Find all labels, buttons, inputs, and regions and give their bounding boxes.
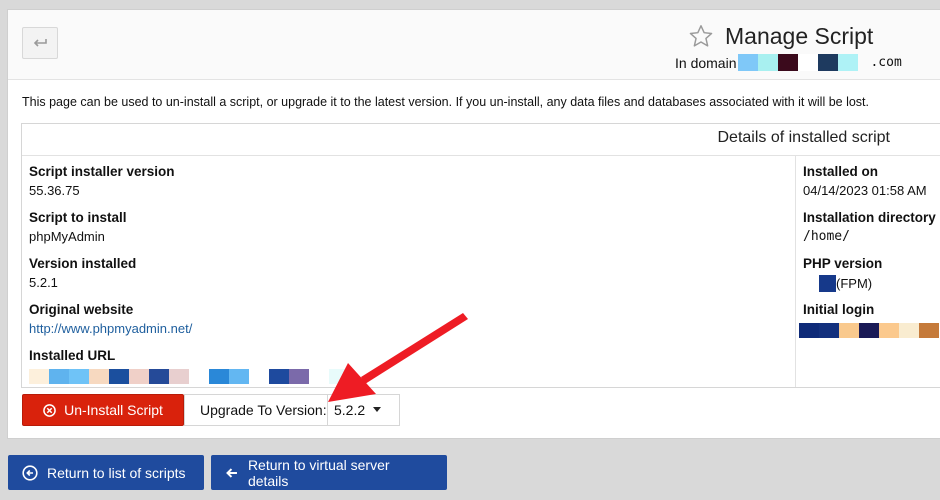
domain-line: In domain .com — [675, 54, 902, 71]
arrow-left-icon — [226, 467, 237, 478]
field-installer-version: Script installer version 55.36.75 — [29, 164, 175, 198]
return-server-label: Return to virtual server details — [247, 456, 390, 489]
redacted-installed-url — [29, 369, 349, 384]
field-value: 55.36.75 — [29, 183, 80, 198]
return-scripts-label: Return to list of scripts — [47, 464, 186, 481]
details-box: Details of installed script Script insta… — [21, 123, 940, 388]
redacted-php-version — [819, 275, 836, 292]
caret-down-icon — [373, 407, 382, 412]
field-label: Initial login — [803, 302, 875, 317]
field-script-to-install: Script to install phpMyAdmin — [29, 210, 127, 244]
column-divider — [795, 155, 796, 387]
domain-suffix: .com — [870, 55, 902, 70]
field-label: Original website — [29, 302, 134, 317]
circle-x-icon — [43, 403, 56, 417]
upgrade-group: Upgrade To Version: 5.2.2 — [184, 394, 400, 426]
field-label: Version installed — [29, 256, 137, 271]
details-header: Details of installed script — [22, 124, 940, 156]
back-button[interactable] — [22, 27, 58, 59]
field-installed-on: Installed on 04/14/2023 01:58 AM — [803, 164, 927, 198]
return-to-server-button[interactable]: Return to virtual server details — [211, 455, 447, 490]
star-outline-icon[interactable] — [687, 23, 715, 50]
panel-header: Manage Script In domain .com — [8, 10, 940, 80]
title-row: Manage Script — [687, 21, 873, 51]
original-website-link[interactable]: http://www.phpmyadmin.net/ — [29, 321, 192, 336]
field-value: phpMyAdmin — [29, 229, 105, 244]
field-label: Installation directory — [803, 210, 936, 225]
field-value: /home/ — [803, 229, 850, 244]
circle-arrow-left-icon — [22, 464, 38, 481]
field-value: 5.2.1 — [29, 275, 58, 290]
field-label: PHP version — [803, 256, 883, 271]
field-installed-url: Installed URL — [29, 348, 349, 384]
manage-script-panel: Manage Script In domain .com This page c… — [7, 9, 940, 439]
field-value: 04/14/2023 01:58 AM — [803, 183, 927, 198]
field-version-installed: Version installed 5.2.1 — [29, 256, 136, 290]
field-installation-directory: Installation directory /home/ — [803, 210, 936, 244]
field-value: (FPM) — [836, 276, 873, 291]
redacted-domain-name — [738, 54, 859, 71]
upgrade-selected-version: 5.2.2 — [334, 402, 366, 418]
field-initial-login: Initial login — [799, 302, 939, 338]
page-title: Manage Script — [725, 22, 874, 49]
redacted-initial-login — [799, 323, 939, 338]
field-original-website: Original website http://www.phpmyadmin.n… — [29, 302, 192, 336]
return-to-scripts-button[interactable]: Return to list of scripts — [8, 455, 204, 490]
field-label: Installed URL — [29, 348, 116, 363]
uninstall-label: Un-Install Script — [64, 402, 163, 418]
uninstall-script-button[interactable]: Un-Install Script — [22, 394, 184, 426]
details-title: Details of installed script — [717, 129, 890, 146]
return-arrow-icon — [33, 39, 47, 47]
upgrade-label: Upgrade To Version: — [200, 402, 327, 418]
field-label: Installed on — [803, 164, 879, 179]
upgrade-version-select[interactable]: 5.2.2 — [327, 395, 399, 425]
field-php-version: PHP version (FPM) — [803, 256, 882, 292]
domain-prefix: In domain — [675, 54, 737, 71]
field-label: Script to install — [29, 210, 127, 225]
field-label: Script installer version — [29, 164, 175, 179]
page-description: This page can be used to un-install a sc… — [22, 95, 869, 109]
